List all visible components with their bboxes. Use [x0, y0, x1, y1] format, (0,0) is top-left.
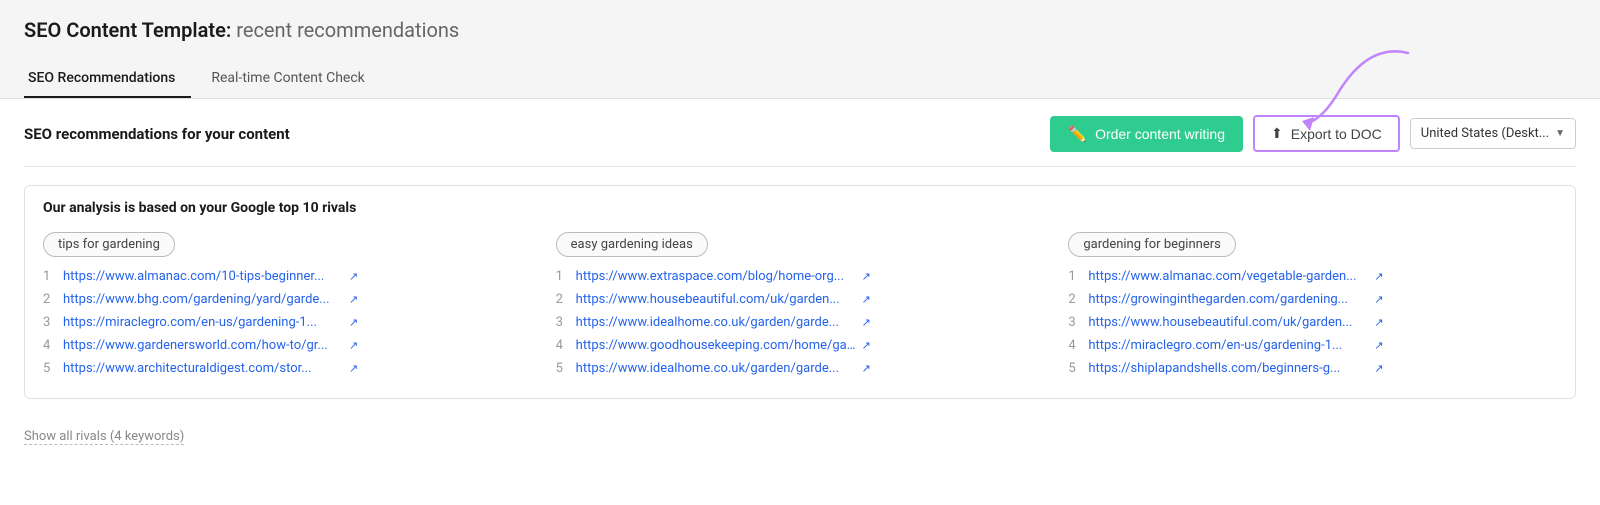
- list-item: 4https://www.gardenersworld.com/how-to/g…: [43, 338, 532, 353]
- list-item: 1https://www.extraspace.com/blog/home-or…: [556, 269, 1045, 284]
- external-link-icon: ↗: [349, 316, 358, 329]
- external-link-icon: ↗: [349, 362, 358, 375]
- list-item: 2https://www.bhg.com/gardening/yard/gard…: [43, 292, 532, 307]
- page-title: SEO Content Template: recent recommendat…: [24, 18, 1576, 42]
- list-item: 3https://www.idealhome.co.uk/garden/gard…: [556, 315, 1045, 330]
- tabs-bar: SEO Recommendations Real-time Content Ch…: [24, 60, 1576, 98]
- country-label: United States (Deskt...: [1421, 126, 1549, 141]
- tab-realtime-content-check[interactable]: Real-time Content Check: [207, 60, 380, 98]
- edit-icon: ✏️: [1068, 125, 1087, 143]
- external-link-icon: ↗: [349, 293, 358, 306]
- rival-list-1: 1https://www.extraspace.com/blog/home-or…: [556, 269, 1045, 376]
- external-link-icon: ↗: [1374, 339, 1383, 352]
- country-select[interactable]: United States (Deskt... ▼: [1410, 118, 1576, 149]
- analysis-box: Our analysis is based on your Google top…: [24, 185, 1576, 399]
- upload-icon: ⬆: [1271, 125, 1283, 142]
- list-item: 3https://miraclegro.com/en-us/gardening-…: [43, 315, 532, 330]
- list-item: 5https://www.idealhome.co.uk/garden/gard…: [556, 361, 1045, 376]
- external-link-icon: ↗: [1374, 316, 1383, 329]
- external-link-icon: ↗: [1374, 293, 1383, 306]
- tab-seo-recommendations[interactable]: SEO Recommendations: [24, 60, 191, 98]
- list-item: 4https://www.goodhousekeeping.com/home/g…: [556, 338, 1045, 353]
- rivals-grid: tips for gardening 1https://www.almanac.…: [43, 232, 1557, 384]
- external-link-icon: ↗: [862, 316, 871, 329]
- chevron-down-icon: ▼: [1555, 128, 1565, 139]
- show-all-rivals-link[interactable]: Show all rivals (4 keywords): [24, 429, 184, 445]
- external-link-icon: ↗: [1374, 362, 1383, 375]
- keyword-badge-0: tips for gardening: [43, 232, 175, 257]
- order-content-writing-button[interactable]: ✏️ Order content writing: [1050, 116, 1243, 152]
- list-item: 1https://www.almanac.com/10-tips-beginne…: [43, 269, 532, 284]
- external-link-icon: ↗: [349, 270, 358, 283]
- header-actions: ✏️ Order content writing ⬆ Export to DOC…: [1050, 115, 1576, 152]
- external-link-icon: ↗: [1374, 270, 1383, 283]
- external-link-icon: ↗: [862, 362, 871, 375]
- rival-list-2: 1https://www.almanac.com/vegetable-garde…: [1068, 269, 1557, 376]
- external-link-icon: ↗: [862, 270, 871, 283]
- external-link-icon: ↗: [862, 293, 871, 306]
- rival-column-1: easy gardening ideas 1https://www.extras…: [556, 232, 1045, 384]
- list-item: 4https://miraclegro.com/en-us/gardening-…: [1068, 338, 1557, 353]
- keyword-badge-1: easy gardening ideas: [556, 232, 708, 257]
- external-link-icon: ↗: [862, 339, 871, 352]
- section-title: SEO recommendations for your content: [24, 125, 290, 143]
- list-item: 2https://growinginthegarden.com/gardenin…: [1068, 292, 1557, 307]
- rival-list-0: 1https://www.almanac.com/10-tips-beginne…: [43, 269, 532, 376]
- analysis-title: Our analysis is based on your Google top…: [43, 200, 1557, 216]
- list-item: 5https://www.architecturaldigest.com/sto…: [43, 361, 532, 376]
- rival-column-2: gardening for beginners 1https://www.alm…: [1068, 232, 1557, 384]
- list-item: 2https://www.housebeautiful.com/uk/garde…: [556, 292, 1045, 307]
- export-to-doc-button[interactable]: ⬆ Export to DOC: [1253, 115, 1400, 152]
- keyword-badge-2: gardening for beginners: [1068, 232, 1236, 257]
- list-item: 1https://www.almanac.com/vegetable-garde…: [1068, 269, 1557, 284]
- list-item: 5https://shiplapandshells.com/beginners-…: [1068, 361, 1557, 376]
- external-link-icon: ↗: [349, 339, 358, 352]
- list-item: 3https://www.housebeautiful.com/uk/garde…: [1068, 315, 1557, 330]
- rival-column-0: tips for gardening 1https://www.almanac.…: [43, 232, 532, 384]
